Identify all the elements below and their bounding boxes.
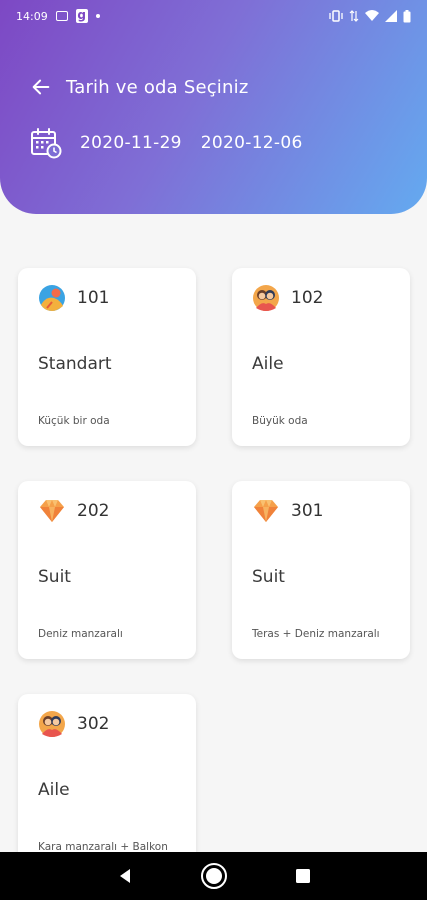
battery-icon — [403, 9, 411, 22]
status-bar: 14:09 g — [0, 0, 427, 32]
person-icon — [39, 285, 65, 311]
more-notifications-icon — [95, 14, 100, 18]
room-type: Suit — [38, 567, 71, 587]
room-description: Küçük bir oda — [38, 415, 110, 427]
nav-back-button[interactable] — [110, 861, 140, 891]
back-arrow-icon[interactable] — [30, 76, 52, 98]
calendar-clock-icon[interactable] — [30, 127, 62, 159]
family-icon — [253, 285, 279, 311]
room-number: 202 — [77, 501, 110, 521]
family-icon — [39, 711, 65, 737]
back-triangle-icon — [119, 869, 130, 883]
room-description: Teras + Deniz manzaralı — [252, 628, 380, 640]
g-notification-icon: g — [75, 8, 88, 23]
vibrate-icon — [329, 10, 343, 22]
diamond-icon — [254, 500, 278, 522]
room-number: 101 — [77, 288, 110, 308]
home-circle-icon — [200, 863, 227, 889]
image-notification-icon — [55, 11, 68, 21]
header-banner — [0, 0, 427, 214]
room-number: 301 — [291, 501, 324, 521]
room-type: Suit — [252, 567, 285, 587]
room-description: Deniz manzaralı — [38, 628, 123, 640]
recents-square-icon — [295, 869, 310, 883]
room-card-302[interactable]: 302 Aile Kara manzaralı + Balkon — [18, 694, 196, 872]
diamond-icon — [40, 500, 64, 522]
signal-icon — [385, 10, 397, 22]
room-type: Aile — [252, 354, 284, 374]
nav-home-button[interactable] — [199, 861, 229, 891]
page-title: Tarih ve oda Seçiniz — [66, 76, 249, 98]
date-range-row[interactable]: 2020-11-29 2020-12-06 — [30, 126, 322, 160]
nav-recents-button[interactable] — [288, 861, 318, 891]
room-type: Standart — [38, 354, 112, 374]
end-date[interactable]: 2020-12-06 — [201, 133, 303, 153]
system-navigation-bar — [0, 852, 427, 900]
room-number: 102 — [291, 288, 324, 308]
wifi-icon — [365, 10, 379, 21]
status-time: 14:09 — [16, 9, 48, 23]
room-type: Aile — [38, 780, 70, 800]
room-number: 302 — [77, 714, 110, 734]
data-transfer-icon — [349, 10, 359, 22]
room-card-301[interactable]: 301 Suit Teras + Deniz manzaralı — [232, 481, 410, 659]
room-card-101[interactable]: 101 Standart Küçük bir oda — [18, 268, 196, 446]
header-title-row: Tarih ve oda Seçiniz — [30, 72, 248, 102]
room-description: Büyük oda — [252, 415, 308, 427]
room-card-102[interactable]: 102 Aile Büyük oda — [232, 268, 410, 446]
room-card-202[interactable]: 202 Suit Deniz manzaralı — [18, 481, 196, 659]
start-date[interactable]: 2020-11-29 — [80, 133, 182, 153]
